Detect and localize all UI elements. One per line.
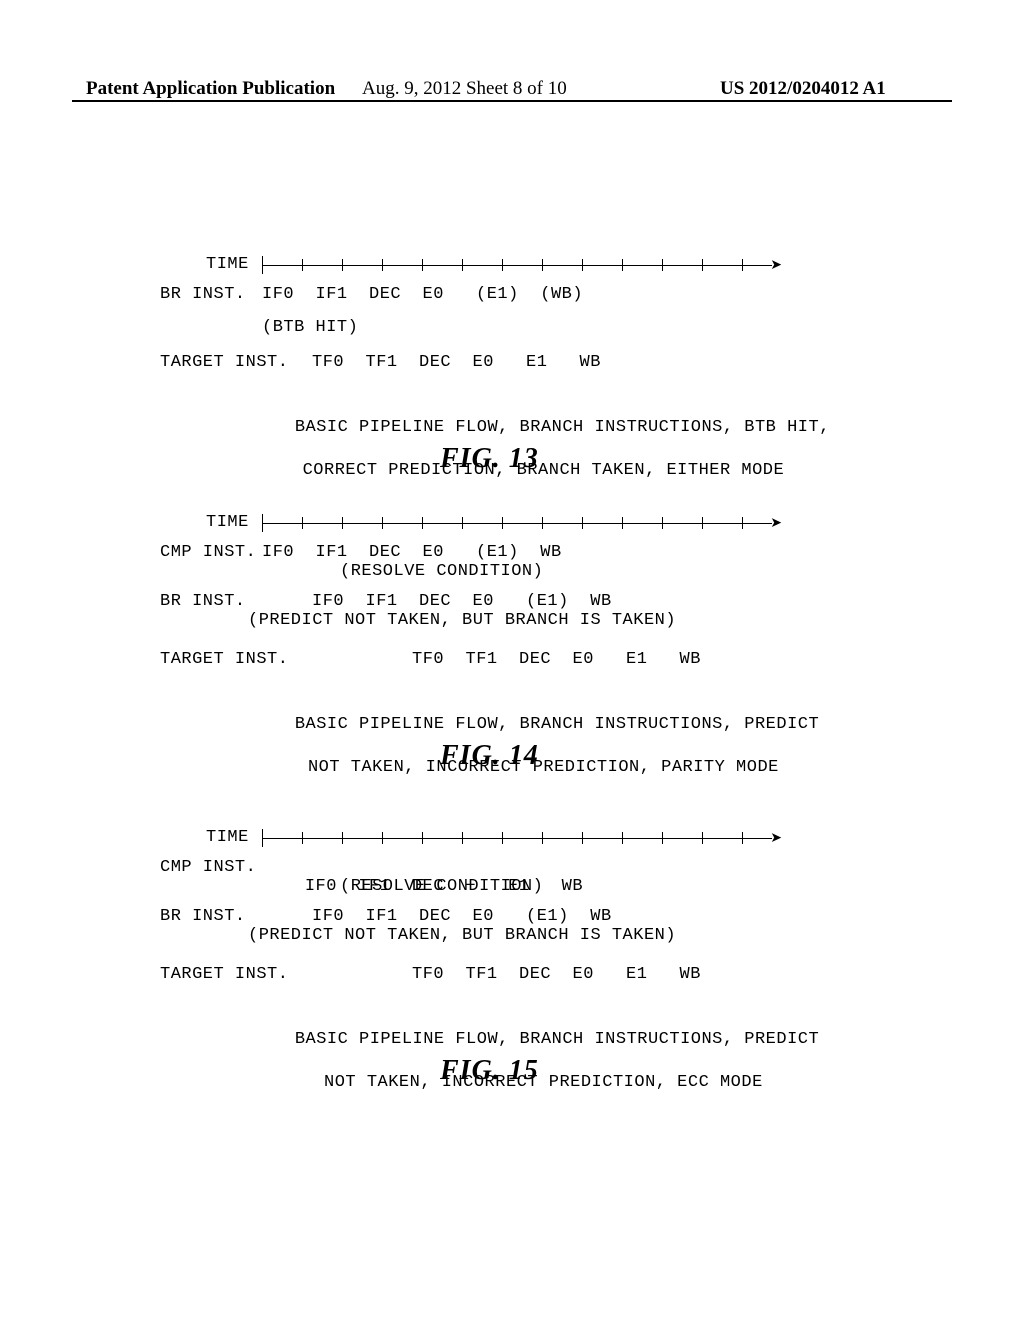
axis-line xyxy=(262,523,772,524)
fig14-time-label: TIME xyxy=(206,513,249,532)
axis-tick xyxy=(342,259,343,271)
axis-tick xyxy=(742,517,743,529)
axis-tick xyxy=(662,517,663,529)
axis-tick xyxy=(662,259,663,271)
axis-tick xyxy=(462,832,463,844)
caption-line: NOT TAKEN, INCORRECT PREDICTION, ECC MOD… xyxy=(324,1073,763,1092)
axis-tick xyxy=(662,832,663,844)
axis-tick xyxy=(262,514,263,532)
axis-tick xyxy=(462,517,463,529)
axis-tick xyxy=(422,259,423,271)
fig15-cmp-note: (RESOLVE CONDITION) xyxy=(340,877,543,896)
axis-tick xyxy=(742,259,743,271)
fig13-target-label: TARGET INST. xyxy=(160,353,288,372)
fig13-br-label: BR INST. xyxy=(160,285,246,304)
fig13-time-axis: ➤ xyxy=(262,255,782,275)
axis-tick xyxy=(702,832,703,844)
axis-tick xyxy=(382,832,383,844)
fig15-br-label: BR INST. xyxy=(160,907,246,926)
axis-tick xyxy=(262,256,263,274)
axis-line xyxy=(262,265,772,266)
axis-tick xyxy=(422,517,423,529)
axis-tick xyxy=(422,832,423,844)
fig13-target-stages: TF0 TF1 DEC E0 E1 WB xyxy=(312,353,601,372)
axis-tick xyxy=(462,259,463,271)
arrow-right-icon: ➤ xyxy=(770,519,782,529)
axis-tick xyxy=(342,517,343,529)
fig13-figlabel: FIG. 13 xyxy=(440,443,539,475)
axis-tick xyxy=(262,829,263,847)
fig13-br-stages: IF0 IF1 DEC E0 (E1) (WB) xyxy=(262,285,583,304)
axis-tick xyxy=(342,832,343,844)
fig14-cmp-note: (RESOLVE CONDITION) xyxy=(340,562,543,581)
arrow-right-icon: ➤ xyxy=(770,834,782,844)
caption-line: NOT TAKEN, INCORRECT PREDICTION, PARITY … xyxy=(308,758,779,777)
fig15-time-label: TIME xyxy=(206,828,249,847)
fig15-cmp-label: CMP INST. xyxy=(160,858,256,877)
axis-tick xyxy=(582,517,583,529)
axis-tick xyxy=(302,259,303,271)
fig14-cmp-stages: IF0 IF1 DEC E0 (E1) WB xyxy=(262,543,562,562)
axis-tick xyxy=(622,832,623,844)
fig15-target-stages: TF0 TF1 DEC E0 E1 WB xyxy=(412,965,701,984)
axis-tick xyxy=(702,517,703,529)
axis-tick xyxy=(382,259,383,271)
fig14-target-stages: TF0 TF1 DEC E0 E1 WB xyxy=(412,650,701,669)
fig14-br-label: BR INST. xyxy=(160,592,246,611)
axis-tick xyxy=(302,832,303,844)
fig13-btb-hit: (BTB HIT) xyxy=(262,318,358,337)
fig15-br-stages: IF0 IF1 DEC E0 (E1) WB xyxy=(312,907,612,926)
caption-line: BASIC PIPELINE FLOW, BRANCH INSTRUCTIONS… xyxy=(295,715,819,734)
caption-line: BASIC PIPELINE FLOW, BRANCH INSTRUCTIONS… xyxy=(295,418,830,437)
caption-line: CORRECT PREDICTION, BRANCH TAKEN, EITHER… xyxy=(303,461,785,480)
header-center: Aug. 9, 2012 Sheet 8 of 10 xyxy=(362,78,567,100)
header-rule xyxy=(72,100,952,102)
axis-tick xyxy=(502,517,503,529)
fig15-br-note: (PREDICT NOT TAKEN, BUT BRANCH IS TAKEN) xyxy=(248,926,676,945)
fig13-time-label: TIME xyxy=(206,255,249,274)
fig15-target-label: TARGET INST. xyxy=(160,965,288,984)
fig14-cmp-label: CMP INST. xyxy=(160,543,256,562)
fig14-br-note: (PREDICT NOT TAKEN, BUT BRANCH IS TAKEN) xyxy=(248,611,676,630)
axis-tick xyxy=(742,832,743,844)
axis-tick xyxy=(382,517,383,529)
axis-tick xyxy=(622,259,623,271)
axis-tick xyxy=(542,832,543,844)
patent-page: Patent Application Publication Aug. 9, 2… xyxy=(0,0,1024,1320)
arrow-right-icon: ➤ xyxy=(770,261,782,271)
header-left: Patent Application Publication xyxy=(86,78,335,100)
axis-tick xyxy=(542,517,543,529)
fig15-figlabel: FIG. 15 xyxy=(440,1055,539,1087)
caption-line: BASIC PIPELINE FLOW, BRANCH INSTRUCTIONS… xyxy=(295,1030,819,1049)
axis-tick xyxy=(502,832,503,844)
axis-tick xyxy=(502,259,503,271)
header-right: US 2012/0204012 A1 xyxy=(720,78,886,100)
axis-tick xyxy=(622,517,623,529)
axis-tick xyxy=(702,259,703,271)
axis-tick xyxy=(582,259,583,271)
axis-line xyxy=(262,838,772,839)
fig14-time-axis: ➤ xyxy=(262,513,782,533)
fig14-br-stages: IF0 IF1 DEC E0 (E1) WB xyxy=(312,592,612,611)
axis-tick xyxy=(302,517,303,529)
fig14-figlabel: FIG. 14 xyxy=(440,740,539,772)
axis-tick xyxy=(542,259,543,271)
fig15-time-axis: ➤ xyxy=(262,828,782,848)
axis-tick xyxy=(582,832,583,844)
fig14-target-label: TARGET INST. xyxy=(160,650,288,669)
